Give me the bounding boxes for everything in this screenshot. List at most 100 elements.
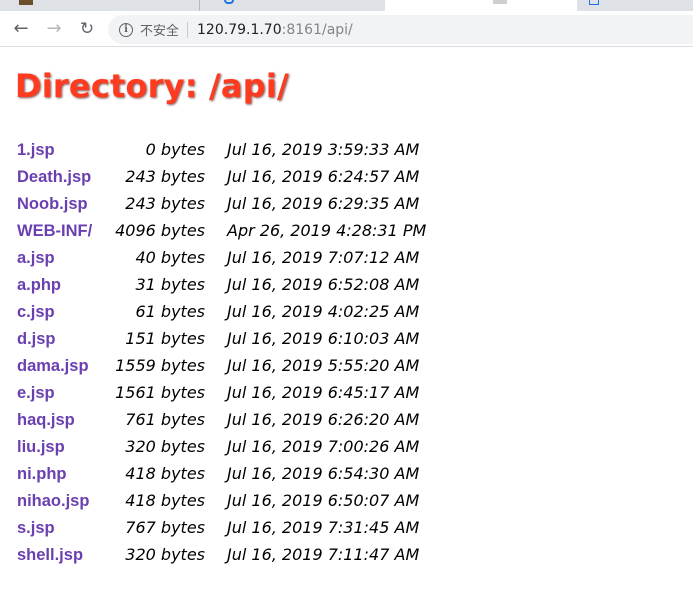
file-size: 31 bytes xyxy=(135,275,205,294)
loading-spinner-icon xyxy=(224,0,234,4)
browser-tab[interactable] xyxy=(577,0,693,11)
file-link[interactable]: 1.jsp xyxy=(17,141,55,159)
file-date: Jul 16, 2019 6:29:35 AM xyxy=(227,194,420,213)
file-link[interactable]: e.jsp xyxy=(17,384,55,402)
file-link[interactable]: ni.php xyxy=(17,465,66,483)
file-date: Jul 16, 2019 6:54:30 AM xyxy=(227,464,420,483)
table-row: Death.jsp 243 bytes Jul 16, 2019 6:24:57 A… xyxy=(15,163,426,190)
file-link[interactable]: dama.jsp xyxy=(17,357,89,375)
file-size: 151 bytes xyxy=(125,329,205,348)
table-row: liu.jsp 320 bytes Jul 16, 2019 7:00:26 AM xyxy=(15,433,426,460)
url-host[interactable]: 120.79.1.70 xyxy=(197,22,282,38)
table-row: a.php 31 bytes Jul 16, 2019 6:52:08 AM xyxy=(15,271,426,298)
file-size: 761 bytes xyxy=(125,410,205,429)
tab-favicon-icon xyxy=(19,0,33,5)
browser-tab[interactable] xyxy=(200,0,385,11)
file-name-cell: e.jsp xyxy=(15,379,105,406)
table-row: Noob.jsp 243 bytes Jul 16, 2019 6:29:35 AM xyxy=(15,190,426,217)
file-name-cell: haq.jsp xyxy=(15,406,105,433)
browser-tab-active[interactable] xyxy=(385,0,577,11)
file-link[interactable]: Death.jsp xyxy=(17,168,91,186)
file-date: Jul 16, 2019 7:00:26 AM xyxy=(227,437,420,456)
table-row: ni.php 418 bytes Jul 16, 2019 6:54:30 AM xyxy=(15,460,426,487)
file-date: Jul 16, 2019 5:55:20 AM xyxy=(227,356,420,375)
page-title: Directory: /api/ xyxy=(15,67,289,105)
file-name-cell: WEB-INF/ xyxy=(15,217,105,244)
file-date: Jul 16, 2019 6:50:07 AM xyxy=(227,491,420,510)
file-name-cell: ni.php xyxy=(15,460,105,487)
file-link[interactable]: c.jsp xyxy=(17,303,55,321)
divider xyxy=(187,21,189,38)
file-name-cell: Death.jsp xyxy=(15,163,105,190)
reload-icon[interactable]: ↻ xyxy=(76,18,98,40)
file-link[interactable]: shell.jsp xyxy=(17,546,83,564)
file-size: 320 bytes xyxy=(125,545,205,564)
browser-toolbar: ← → ↻ i 不安全 120.79.1.70:8161/api/ xyxy=(0,11,693,47)
table-row: s.jsp 767 bytes Jul 16, 2019 7:31:45 AM xyxy=(15,514,426,541)
back-arrow-icon[interactable]: ← xyxy=(10,18,32,40)
file-size: 418 bytes xyxy=(125,491,205,510)
browser-tab[interactable] xyxy=(0,0,200,11)
file-link[interactable]: a.jsp xyxy=(17,249,55,267)
file-size: 0 bytes xyxy=(145,140,205,159)
file-date: Jul 16, 2019 6:10:03 AM xyxy=(227,329,420,348)
file-name-cell: s.jsp xyxy=(15,514,105,541)
directory-listing: 1.jsp 0 bytes Jul 16, 2019 3:59:33 AM Death… xyxy=(15,136,426,568)
file-link[interactable]: a.php xyxy=(17,276,61,294)
file-name-cell: nihao.jsp xyxy=(15,487,105,514)
file-date: Jul 16, 2019 7:31:45 AM xyxy=(227,518,420,537)
file-date: Jul 16, 2019 6:45:17 AM xyxy=(227,383,420,402)
file-link[interactable]: nihao.jsp xyxy=(17,492,89,510)
file-link[interactable]: d.jsp xyxy=(17,330,56,348)
file-size: 243 bytes xyxy=(125,194,205,213)
table-row: 1.jsp 0 bytes Jul 16, 2019 3:59:33 AM xyxy=(15,136,426,163)
tab-strip xyxy=(0,0,693,11)
table-row: c.jsp 61 bytes Jul 16, 2019 4:02:25 AM xyxy=(15,298,426,325)
file-date: Jul 16, 2019 7:07:12 AM xyxy=(227,248,420,267)
file-size: 1561 bytes xyxy=(115,383,205,402)
file-link[interactable]: s.jsp xyxy=(17,519,55,537)
file-name-cell: shell.jsp xyxy=(15,541,105,568)
tab-title-fragment xyxy=(493,0,507,4)
info-icon[interactable]: i xyxy=(119,22,133,37)
url-path[interactable]: :8161/api/ xyxy=(282,22,353,38)
document-icon xyxy=(589,0,599,5)
table-row: d.jsp 151 bytes Jul 16, 2019 6:10:03 AM xyxy=(15,325,426,352)
file-date: Apr 26, 2019 4:28:31 PM xyxy=(227,221,427,240)
file-size: 40 bytes xyxy=(135,248,205,267)
table-row: dama.jsp 1559 bytes Jul 16, 2019 5:55:20 A… xyxy=(15,352,426,379)
file-date: Jul 16, 2019 7:11:47 AM xyxy=(227,545,420,564)
table-row: e.jsp 1561 bytes Jul 16, 2019 6:45:17 AM xyxy=(15,379,426,406)
file-date: Jul 16, 2019 6:52:08 AM xyxy=(227,275,420,294)
file-size: 1559 bytes xyxy=(115,356,205,375)
file-link[interactable]: WEB-INF/ xyxy=(17,222,92,240)
file-size: 243 bytes xyxy=(125,167,205,186)
file-link[interactable]: liu.jsp xyxy=(17,438,65,456)
file-date: Jul 16, 2019 3:59:33 AM xyxy=(227,140,420,159)
file-date: Jul 16, 2019 6:26:20 AM xyxy=(227,410,420,429)
file-name-cell: Noob.jsp xyxy=(15,190,105,217)
table-row: a.jsp 40 bytes Jul 16, 2019 7:07:12 AM xyxy=(15,244,426,271)
file-size: 320 bytes xyxy=(125,437,205,456)
file-name-cell: a.jsp xyxy=(15,244,105,271)
file-date: Jul 16, 2019 6:24:57 AM xyxy=(227,167,420,186)
file-name-cell: d.jsp xyxy=(15,325,105,352)
file-size: 4096 bytes xyxy=(115,221,205,240)
file-size: 61 bytes xyxy=(135,302,205,321)
table-row: haq.jsp 761 bytes Jul 16, 2019 6:26:20 AM xyxy=(15,406,426,433)
file-size: 767 bytes xyxy=(125,518,205,537)
table-row: WEB-INF/4096 bytes Apr 26, 2019 4:28:31 P… xyxy=(15,217,426,244)
file-date: Jul 16, 2019 4:02:25 AM xyxy=(227,302,420,321)
table-row: nihao.jsp 418 bytes Jul 16, 2019 6:50:07 A… xyxy=(15,487,426,514)
address-bar[interactable]: i 不安全 120.79.1.70:8161/api/ xyxy=(108,15,693,44)
file-name-cell: c.jsp xyxy=(15,298,105,325)
file-link[interactable]: Noob.jsp xyxy=(17,195,88,213)
file-link[interactable]: haq.jsp xyxy=(17,411,75,429)
table-row: shell.jsp 320 bytes Jul 16, 2019 7:11:47 A… xyxy=(15,541,426,568)
forward-arrow-icon[interactable]: → xyxy=(43,18,65,40)
security-label[interactable]: 不安全 xyxy=(140,20,179,39)
file-size: 418 bytes xyxy=(125,464,205,483)
file-name-cell: dama.jsp xyxy=(15,352,105,379)
file-name-cell: 1.jsp xyxy=(15,136,105,163)
file-name-cell: liu.jsp xyxy=(15,433,105,460)
